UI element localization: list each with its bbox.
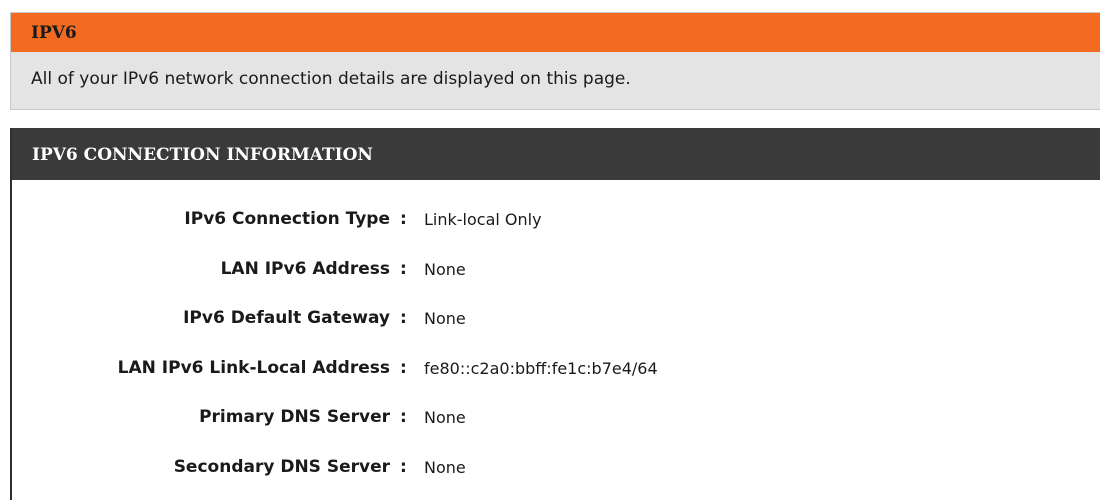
ipv6-description: All of your IPv6 network connection deta… (31, 69, 631, 89)
ipv6-connection-info-panel: IPV6 CONNECTION INFORMATION IPv6 Connect… (10, 128, 1100, 500)
info-row-connection-type: IPv6 Connection Type : Link-local Only (12, 200, 1100, 250)
info-row-lan-ipv6-address: LAN IPv6 Address : None (12, 250, 1100, 300)
info-separator: : (400, 407, 407, 427)
info-label: IPv6 Connection Type (184, 209, 390, 229)
info-row-default-gateway: IPv6 Default Gateway : None (12, 299, 1100, 349)
info-value: fe80::c2a0:bbff:fe1c:b7e4/64 (424, 358, 658, 378)
info-value: None (424, 408, 466, 427)
info-value: None (424, 457, 466, 477)
ipv6-section-title: IPV6 (11, 13, 1100, 52)
info-row-primary-dns: Primary DNS Server : None (12, 398, 1100, 448)
info-value: None (424, 309, 466, 328)
info-label: LAN IPv6 Address (220, 258, 390, 279)
ipv6-intro-panel: IPV6 All of your IPv6 network connection… (10, 12, 1100, 110)
info-row-secondary-dns: Secondary DNS Server : None (12, 448, 1100, 498)
connection-info-title: IPV6 CONNECTION INFORMATION (12, 128, 1100, 180)
info-row-link-local-address: LAN IPv6 Link-Local Address : fe80::c2a0… (12, 349, 1100, 399)
info-separator: : (400, 258, 407, 279)
info-label: Primary DNS Server (199, 407, 390, 427)
info-value: Link-local Only (424, 210, 542, 229)
info-separator: : (400, 308, 407, 328)
info-separator: : (400, 456, 407, 477)
info-separator: : (400, 357, 407, 378)
info-label: IPv6 Default Gateway (183, 308, 390, 328)
info-label: Secondary DNS Server (173, 456, 390, 477)
info-label: LAN IPv6 Link-Local Address (117, 357, 390, 378)
ipv6-status-page: IPV6 All of your IPv6 network connection… (0, 0, 1100, 500)
info-separator: : (400, 209, 407, 229)
info-value: None (424, 259, 466, 279)
connection-info-list: IPv6 Connection Type : Link-local Only L… (12, 200, 1100, 497)
